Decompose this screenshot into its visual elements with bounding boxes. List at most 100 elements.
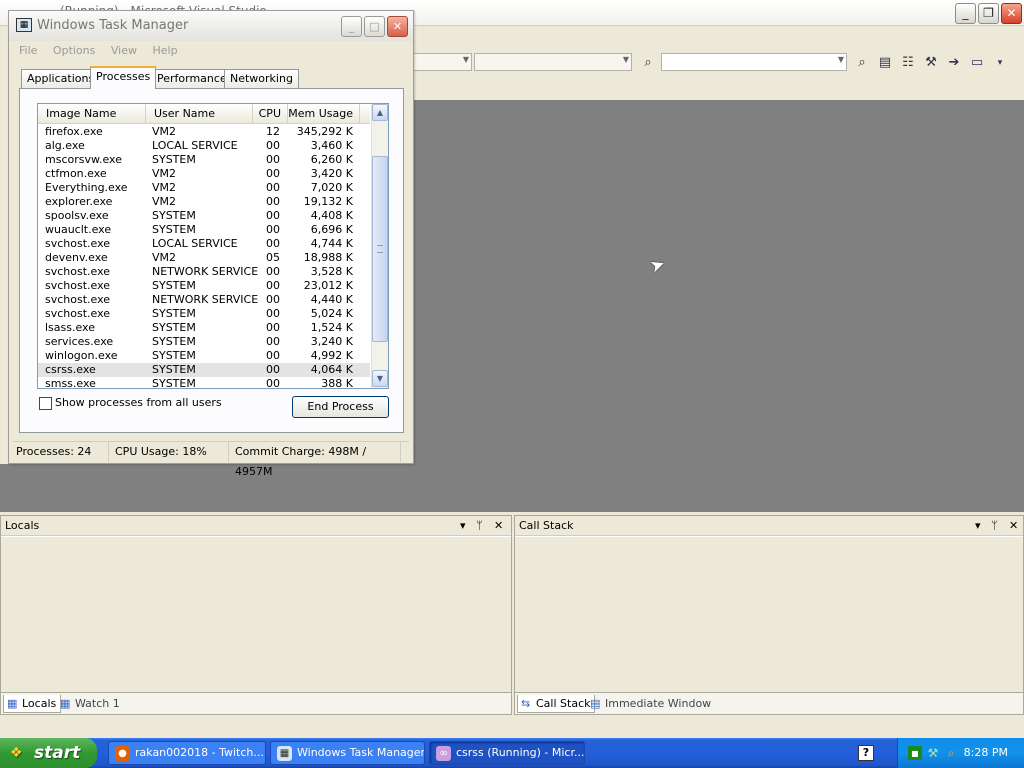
process-list[interactable]: Image Name User Name CPU Mem Usage firef… xyxy=(37,103,389,389)
menu-options[interactable]: Options xyxy=(47,42,101,60)
task-manager-title: Windows Task Manager xyxy=(37,18,189,33)
table-row[interactable]: devenv.exe VM2 05 18,988 K xyxy=(38,251,370,265)
taskbar-button-visual-studio[interactable]: ∞ csrss (Running) - Micr... xyxy=(429,741,585,765)
process-image-name: firefox.exe xyxy=(45,125,103,138)
scroll-down-button[interactable]: ▼ xyxy=(372,370,388,387)
table-row[interactable]: firefox.exe VM2 12 345,292 K xyxy=(38,125,370,139)
table-row[interactable]: csrss.exe SYSTEM 00 4,064 K xyxy=(38,363,370,377)
table-row[interactable]: svchost.exe LOCAL SERVICE 00 4,744 K xyxy=(38,237,370,251)
tm-maximize-button[interactable]: □ xyxy=(364,16,385,37)
table-row[interactable]: spoolsv.exe SYSTEM 00 4,408 K xyxy=(38,209,370,223)
tm-minimize-button[interactable]: _ xyxy=(341,16,362,37)
vs-restore-button[interactable]: ❐ xyxy=(978,3,999,24)
table-row[interactable]: mscorsvw.exe SYSTEM 00 6,260 K xyxy=(38,153,370,167)
table-row[interactable]: services.exe SYSTEM 00 3,240 K xyxy=(38,335,370,349)
callstack-pane: Call Stack ▾ ᛘ ✕ ⇆ Call Stack ▤ Immediat… xyxy=(514,515,1024,715)
properties-icon[interactable]: ☷ xyxy=(899,54,917,72)
table-row[interactable]: svchost.exe SYSTEM 00 23,012 K xyxy=(38,279,370,293)
process-mem-usage: 18,988 K xyxy=(303,251,353,264)
table-row[interactable]: Everything.exe VM2 00 7,020 K xyxy=(38,181,370,195)
locals-pin-icon[interactable]: ᛘ xyxy=(476,519,483,532)
command-window-icon[interactable]: ▭ xyxy=(968,54,986,72)
tab-immediate-window[interactable]: ▤ Immediate Window xyxy=(587,695,715,713)
tab-performance[interactable]: Performance xyxy=(151,69,233,88)
process-list-scrollbar[interactable]: ▲ ▼ xyxy=(371,104,388,388)
tm-close-button[interactable]: ✕ xyxy=(387,16,408,37)
tab-networking[interactable]: Networking xyxy=(224,69,299,88)
process-mem-usage: 3,420 K xyxy=(310,167,353,180)
find-combo[interactable]: ▼ xyxy=(661,53,847,71)
process-user-name: SYSTEM xyxy=(152,349,196,362)
vs-minimize-button[interactable]: _ xyxy=(955,3,976,24)
column-image-name[interactable]: Image Name xyxy=(38,104,146,124)
process-mem-usage: 5,024 K xyxy=(310,307,353,320)
table-row[interactable]: alg.exe LOCAL SERVICE 00 3,460 K xyxy=(38,139,370,153)
menu-help[interactable]: Help xyxy=(146,42,183,60)
find-icon[interactable]: ⌕ xyxy=(853,54,871,72)
tab-watch1[interactable]: ▦ Watch 1 xyxy=(57,695,124,713)
scroll-up-button[interactable]: ▲ xyxy=(372,104,388,121)
menu-file[interactable]: File xyxy=(13,42,43,60)
help-icon[interactable]: ? xyxy=(858,745,874,761)
find-in-files-icon[interactable]: ⌕ xyxy=(639,54,657,72)
process-mem-usage: 23,012 K xyxy=(303,279,353,292)
tray-search-icon[interactable]: ⌕ xyxy=(944,746,958,760)
taskbar-button-visual-studio-label: csrss (Running) - Micr... xyxy=(456,746,585,759)
process-image-name: svchost.exe xyxy=(45,307,111,320)
tab-call-stack[interactable]: ⇆ Call Stack xyxy=(517,695,596,713)
callstack-close-icon[interactable]: ✕ xyxy=(1009,519,1018,532)
tab-applications[interactable]: Applications xyxy=(21,69,101,88)
process-user-name: SYSTEM xyxy=(152,377,196,389)
show-all-users-checkbox[interactable] xyxy=(39,397,52,410)
column-mem-usage[interactable]: Mem Usage xyxy=(288,104,360,124)
table-row[interactable]: winlogon.exe SYSTEM 00 4,992 K xyxy=(38,349,370,363)
process-image-name: csrss.exe xyxy=(45,363,96,376)
table-row[interactable]: svchost.exe SYSTEM 00 5,024 K xyxy=(38,307,370,321)
tab-locals[interactable]: ▦ Locals xyxy=(3,695,62,713)
end-process-button[interactable]: End Process xyxy=(292,396,389,418)
table-row[interactable]: svchost.exe NETWORK SERVICE 00 4,440 K xyxy=(38,293,370,307)
table-row[interactable]: explorer.exe VM2 00 19,132 K xyxy=(38,195,370,209)
table-row[interactable]: lsass.exe SYSTEM 00 1,524 K xyxy=(38,321,370,335)
process-cpu: 00 xyxy=(266,321,280,334)
locals-dropdown-icon[interactable]: ▾ xyxy=(460,519,466,532)
toolbar-overflow-icon[interactable]: ▾ xyxy=(991,54,1009,72)
column-cpu[interactable]: CPU xyxy=(253,104,288,124)
tab-processes[interactable]: Processes xyxy=(90,66,157,89)
process-image-name: Everything.exe xyxy=(45,181,128,194)
task-manager-titlebar[interactable]: ▦ Windows Task Manager _ □ ✕ xyxy=(9,11,413,41)
tray-network-icon[interactable]: ▪ xyxy=(908,746,922,760)
solution-config-combo[interactable]: ▼ xyxy=(412,53,472,71)
process-mem-usage: 3,460 K xyxy=(310,139,353,152)
table-row[interactable]: smss.exe SYSTEM 00 388 K xyxy=(38,377,370,389)
tray-tools-icon[interactable]: ⚒ xyxy=(926,746,940,760)
scroll-thumb[interactable] xyxy=(372,156,388,342)
tab-watch1-label: Watch 1 xyxy=(75,697,120,710)
toolbox-icon[interactable]: ⚒ xyxy=(922,54,940,72)
table-row[interactable]: wuauclt.exe SYSTEM 00 6,696 K xyxy=(38,223,370,237)
taskbar-button-task-manager[interactable]: ▦ Windows Task Manager xyxy=(270,741,425,765)
vs-close-button[interactable]: ✕ xyxy=(1001,3,1022,24)
status-processes: Processes: 24 xyxy=(13,442,109,462)
process-cpu: 00 xyxy=(266,293,280,306)
process-mem-usage: 4,744 K xyxy=(310,237,353,250)
editor-area-left xyxy=(0,464,410,512)
process-mem-usage: 388 K xyxy=(321,377,353,389)
start-button[interactable]: ❖ start xyxy=(0,738,97,768)
start-page-icon[interactable]: ➔ xyxy=(945,54,963,72)
table-row[interactable]: svchost.exe NETWORK SERVICE 00 3,528 K xyxy=(38,265,370,279)
column-user-name[interactable]: User Name xyxy=(146,104,253,124)
taskbar-button-firefox[interactable]: ● rakan002018 - Twitch... xyxy=(108,741,266,765)
process-cpu: 00 xyxy=(266,307,280,320)
callstack-pin-icon[interactable]: ᛘ xyxy=(991,519,998,532)
process-image-name: mscorsvw.exe xyxy=(45,153,122,166)
process-image-name: ctfmon.exe xyxy=(45,167,107,180)
platform-combo[interactable]: ▼ xyxy=(474,53,632,71)
process-cpu: 00 xyxy=(266,335,280,348)
locals-close-icon[interactable]: ✕ xyxy=(494,519,503,532)
table-row[interactable]: ctfmon.exe VM2 00 3,420 K xyxy=(38,167,370,181)
solution-explorer-icon[interactable]: ▤ xyxy=(876,54,894,72)
menu-view[interactable]: View xyxy=(105,42,143,60)
callstack-dropdown-icon[interactable]: ▾ xyxy=(975,519,981,532)
callstack-body xyxy=(515,536,1023,692)
